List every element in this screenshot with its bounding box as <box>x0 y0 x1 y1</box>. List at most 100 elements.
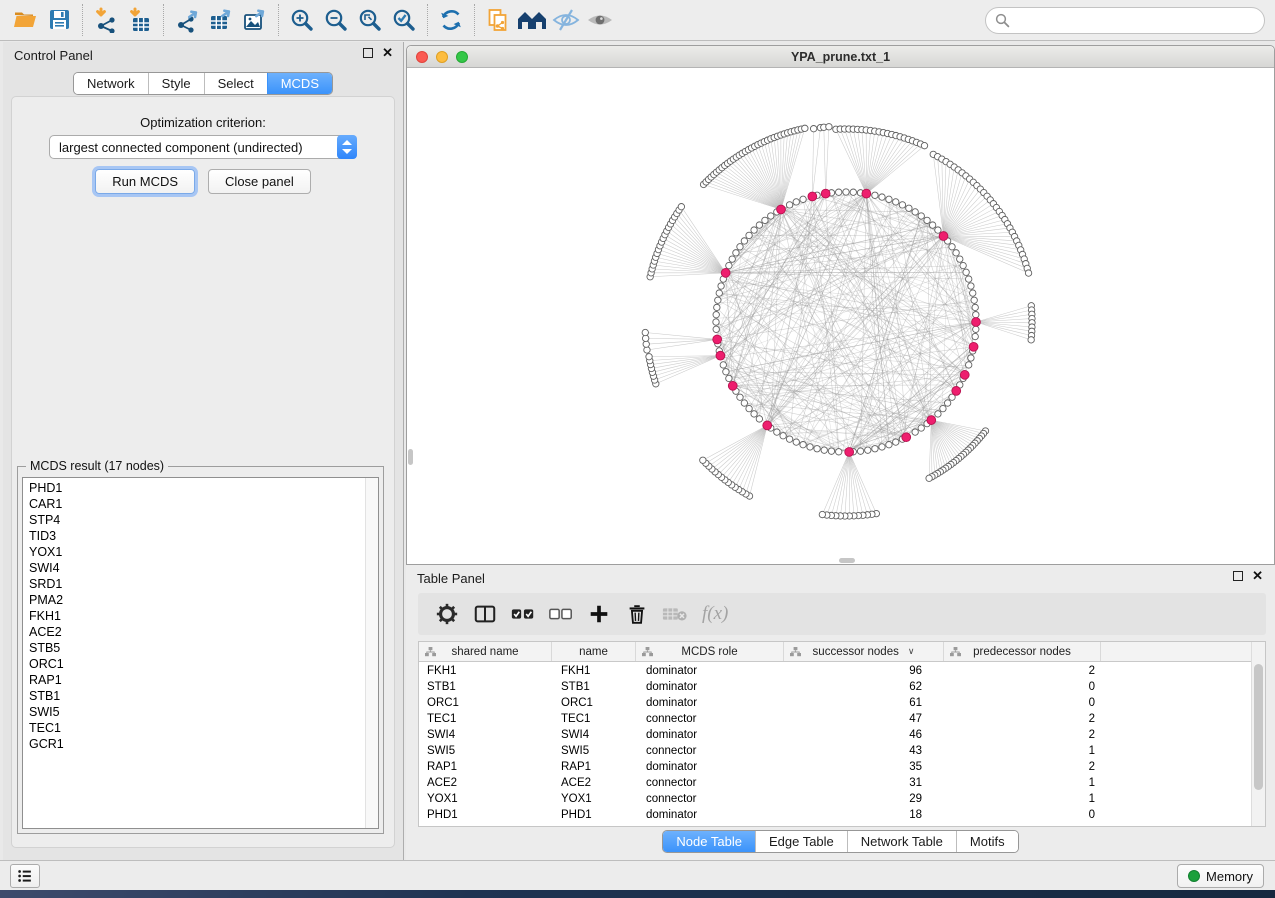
zoom-in-icon[interactable] <box>285 5 319 35</box>
table-cell[interactable]: 0 <box>944 679 1101 695</box>
result-node-item[interactable]: PMA2 <box>23 592 364 608</box>
network-node[interactable] <box>741 400 747 406</box>
result-node-item[interactable]: RAP1 <box>23 672 364 688</box>
refresh-icon[interactable] <box>434 5 468 35</box>
network-node[interactable] <box>746 232 752 238</box>
network-node[interactable] <box>929 222 935 228</box>
network-node[interactable] <box>642 329 648 335</box>
network-node[interactable] <box>1028 337 1034 343</box>
table-cell[interactable]: dominator <box>636 807 784 823</box>
table-cell[interactable]: FKH1 <box>419 663 552 679</box>
table-cell[interactable]: 2 <box>944 727 1101 743</box>
network-node[interactable] <box>924 217 930 223</box>
memory-button[interactable]: Memory <box>1177 864 1264 888</box>
mcds-hub-node[interactable] <box>969 342 978 351</box>
network-node[interactable] <box>972 304 978 310</box>
network-node[interactable] <box>872 192 878 198</box>
column-header-predecessor-nodes[interactable]: predecessor nodes <box>944 642 1101 661</box>
table-row[interactable]: SWI4SWI4dominator462 <box>419 727 1251 743</box>
table-cell[interactable]: dominator <box>636 679 784 695</box>
run-mcds-button[interactable]: Run MCDS <box>95 169 195 194</box>
network-node[interactable] <box>741 238 747 244</box>
table-cell[interactable]: FKH1 <box>552 663 636 679</box>
result-node-item[interactable]: SWI4 <box>23 560 364 576</box>
network-node[interactable] <box>713 312 719 318</box>
table-cell[interactable]: PHD1 <box>419 807 552 823</box>
network-node[interactable] <box>893 199 899 205</box>
export-network-icon[interactable] <box>170 5 204 35</box>
network-node[interactable] <box>912 209 918 215</box>
network-node[interactable] <box>968 355 974 361</box>
table-row[interactable]: FKH1FKH1dominator962 <box>419 663 1251 679</box>
network-canvas[interactable] <box>407 68 1274 564</box>
table-cell[interactable]: ORC1 <box>419 695 552 711</box>
network-node[interactable] <box>973 312 979 318</box>
network-node[interactable] <box>906 205 912 211</box>
table-cell[interactable]: STB1 <box>552 679 636 695</box>
network-node[interactable] <box>800 442 806 448</box>
network-node[interactable] <box>768 213 774 219</box>
first-neighbors-icon[interactable] <box>515 5 549 35</box>
network-node[interactable] <box>751 411 757 417</box>
network-node[interactable] <box>966 276 972 282</box>
result-node-item[interactable]: ORC1 <box>23 656 364 672</box>
network-node[interactable] <box>843 189 849 195</box>
show-all-icon[interactable] <box>583 5 617 35</box>
result-node-item[interactable]: TID3 <box>23 528 364 544</box>
network-node[interactable] <box>733 250 739 256</box>
network-node[interactable] <box>836 189 842 195</box>
table-cell[interactable]: SWI4 <box>419 727 552 743</box>
network-node[interactable] <box>786 436 792 442</box>
table-row[interactable]: ACE2ACE2connector311 <box>419 775 1251 791</box>
network-node[interactable] <box>953 250 959 256</box>
column-header-MCDS-role[interactable]: MCDS role <box>636 642 784 661</box>
network-node[interactable] <box>857 448 863 454</box>
network-canvas-area[interactable] <box>407 68 1274 564</box>
mcds-hub-node[interactable] <box>721 268 730 277</box>
mcds-hub-node[interactable] <box>777 205 786 214</box>
network-node[interactable] <box>726 262 732 268</box>
network-window-titlebar[interactable]: YPA_prune.txt_1 <box>407 46 1274 68</box>
network-node[interactable] <box>935 411 941 417</box>
table-cell[interactable]: dominator <box>636 759 784 775</box>
table-cell[interactable]: ORC1 <box>552 695 636 711</box>
table-cell[interactable]: 1 <box>944 775 1101 791</box>
mcds-hub-node[interactable] <box>952 386 961 395</box>
network-node[interactable] <box>893 439 899 445</box>
network-node[interactable] <box>726 375 732 381</box>
mcds-hub-node[interactable] <box>808 192 817 201</box>
close-panel-button[interactable]: Close panel <box>208 169 311 194</box>
table-cell[interactable]: 46 <box>784 727 944 743</box>
network-node[interactable] <box>729 256 735 262</box>
network-node[interactable] <box>819 511 825 517</box>
network-node[interactable] <box>886 196 892 202</box>
delete-column-icon[interactable] <box>618 599 656 629</box>
network-node[interactable] <box>973 326 979 332</box>
table-row[interactable]: RAP1RAP1dominator352 <box>419 759 1251 775</box>
network-node[interactable] <box>714 304 720 310</box>
tab-mcds[interactable]: MCDS <box>267 73 332 94</box>
table-cell[interactable]: SWI5 <box>419 743 552 759</box>
table-cell[interactable]: 0 <box>944 695 1101 711</box>
network-node[interactable] <box>886 442 892 448</box>
table-scrollbar-thumb[interactable] <box>1254 664 1263 790</box>
split-panel-icon[interactable] <box>466 599 504 629</box>
result-node-item[interactable]: PHD1 <box>23 480 364 496</box>
mcds-hub-node[interactable] <box>927 416 936 425</box>
network-node[interactable] <box>918 425 924 431</box>
result-node-item[interactable]: YOX1 <box>23 544 364 560</box>
mcds-hub-node[interactable] <box>972 318 981 327</box>
network-node[interactable] <box>810 125 816 131</box>
network-node[interactable] <box>802 125 808 131</box>
result-node-item[interactable]: TEC1 <box>23 720 364 736</box>
tab-network[interactable]: Network <box>74 73 148 94</box>
tab-edge-table[interactable]: Edge Table <box>755 831 847 852</box>
network-node[interactable] <box>972 333 978 339</box>
mcds-hub-node[interactable] <box>902 433 911 442</box>
network-node[interactable] <box>718 283 724 289</box>
result-node-item[interactable]: ACE2 <box>23 624 364 640</box>
network-node[interactable] <box>807 444 813 450</box>
network-node[interactable] <box>970 290 976 296</box>
table-cell[interactable]: 31 <box>784 775 944 791</box>
table-cell[interactable]: STB1 <box>419 679 552 695</box>
